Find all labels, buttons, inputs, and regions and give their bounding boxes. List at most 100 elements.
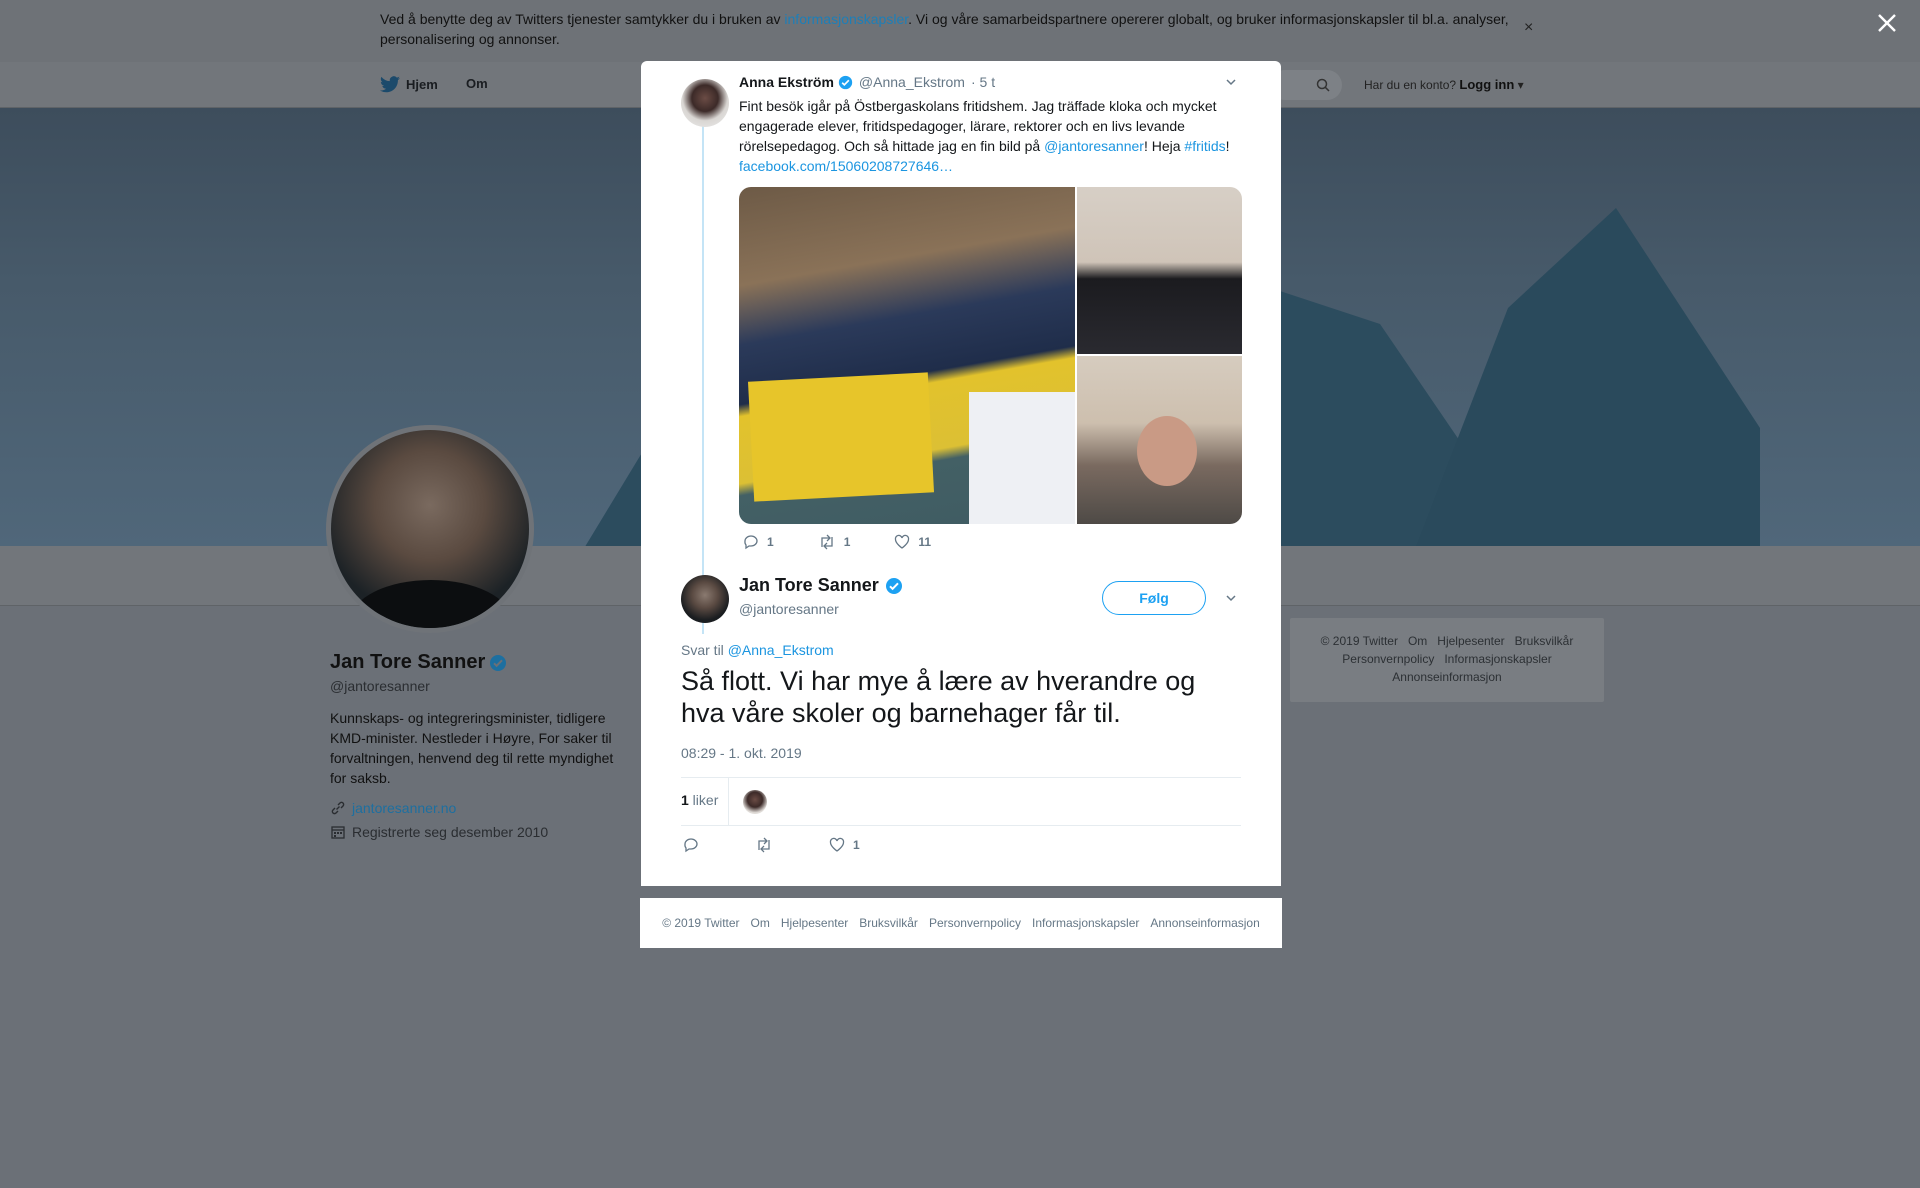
nav-home-label: Hjem	[406, 77, 438, 92]
main-tweet-handle[interactable]: @jantoresanner	[739, 601, 839, 617]
reply-action[interactable]: 1	[743, 534, 774, 550]
profile-avatar[interactable]	[326, 425, 534, 633]
modal-footer: © 2019 Twitter Om Hjelpesenter Bruksvilk…	[640, 898, 1282, 948]
side-footer-copyright: © 2019 Twitter	[1320, 634, 1398, 648]
caret-down-icon: ▾	[1514, 78, 1524, 92]
main-tweet-name[interactable]: Jan Tore Sanner	[739, 575, 903, 596]
likes-count[interactable]: 1 liker	[681, 792, 718, 808]
cookie-consent-bar: Ved å benytte deg av Twitters tjenester …	[0, 0, 1920, 62]
liker-avatar[interactable]	[743, 790, 767, 814]
photo-yellow-paper	[747, 372, 935, 502]
divider	[681, 825, 1241, 826]
footer-about[interactable]: Om	[751, 916, 770, 930]
side-footer-cookies[interactable]: Informasjonskapsler	[1444, 652, 1551, 666]
retweet-icon	[821, 534, 833, 550]
parent-tweet-text-part: !	[1225, 138, 1230, 154]
footer-terms[interactable]: Bruksvilkår	[859, 916, 918, 930]
verified-badge-icon	[885, 577, 902, 594]
side-footer-ads-info[interactable]: Annonseinformasjon	[1392, 670, 1501, 684]
banner-mountain-shape-2	[1400, 208, 1760, 546]
tweet-modal: Anna Ekström @Anna_Ekstrom · 5 t Fint be…	[641, 61, 1281, 886]
thread-connector	[702, 126, 704, 634]
close-icon[interactable]	[1876, 12, 1898, 34]
parent-tweet-text: Fint besök igår på Östbergaskolans friti…	[739, 96, 1249, 176]
like-action[interactable]: 11	[894, 534, 931, 550]
parent-tweet-header: Anna Ekström @Anna_Ekstrom · 5 t	[739, 74, 995, 90]
reply-count: 1	[767, 535, 774, 549]
retweet-action[interactable]: 1	[818, 534, 851, 550]
profile-name-text: Jan Tore Sanner	[330, 651, 486, 673]
nav-about[interactable]: Om	[466, 76, 488, 91]
footer-ads-info[interactable]: Annonseinformasjon	[1150, 916, 1259, 930]
main-tweet-actions: 1	[683, 837, 916, 853]
cookie-close-button[interactable]: ×	[1524, 18, 1533, 38]
twitter-bird-icon	[380, 76, 400, 93]
reply-to-line: Svar til @Anna_Ekstrom	[681, 642, 834, 658]
media-photo-3[interactable]	[1077, 356, 1242, 524]
retweet-action[interactable]	[755, 837, 773, 853]
login-link[interactable]: Logg inn	[1459, 77, 1514, 92]
avatar-shirt	[351, 580, 511, 628]
footer-help[interactable]: Hjelpesenter	[781, 916, 848, 930]
parent-tweet-actions: 1 1 11	[743, 534, 975, 550]
nav-home[interactable]: Hjem	[380, 76, 438, 93]
like-action[interactable]: 1	[829, 837, 860, 853]
heart-icon	[829, 837, 845, 852]
vertical-divider	[728, 778, 729, 826]
avatar-photo	[331, 430, 529, 628]
chevron-down-icon[interactable]	[1224, 75, 1238, 89]
chevron-down-icon[interactable]	[1224, 591, 1238, 605]
verified-badge-icon	[838, 75, 853, 89]
parent-tweet-text-part: ! Heja	[1143, 138, 1185, 154]
follow-button[interactable]: Følg	[1102, 581, 1206, 615]
parent-tweet-name[interactable]: Anna Ekström	[739, 74, 834, 90]
account-area: Har du en konto? Logg inn ▾	[1364, 77, 1524, 92]
main-tweet-avatar[interactable]	[681, 575, 729, 623]
likes-count-label: liker	[688, 792, 719, 808]
hashtag-link[interactable]: #fritids	[1184, 138, 1225, 154]
likes-row: 1 liker	[681, 778, 1241, 826]
main-tweet-timestamp[interactable]: 08:29 - 1. okt. 2019	[681, 745, 802, 761]
verified-badge-icon	[490, 654, 507, 671]
account-prompt: Har du en konto?	[1364, 78, 1457, 92]
reply-to-prefix: Svar til	[681, 642, 728, 658]
search-icon	[1316, 78, 1330, 92]
side-footer-help[interactable]: Hjelpesenter	[1437, 634, 1504, 648]
footer-privacy[interactable]: Personvernpolicy	[929, 916, 1021, 930]
side-footer-terms[interactable]: Bruksvilkår	[1515, 634, 1574, 648]
external-link[interactable]: facebook.com/15060208727646…	[739, 158, 953, 174]
side-footer-privacy[interactable]: Personvernpolicy	[1342, 652, 1434, 666]
mention-link[interactable]: @jantoresanner	[1044, 138, 1144, 154]
cookie-text-before: Ved å benytte deg av Twitters tjenester …	[380, 11, 785, 27]
footer-copyright: © 2019 Twitter	[662, 916, 740, 930]
retweet-count: 1	[843, 535, 851, 549]
heart-icon	[895, 534, 910, 549]
reply-to-link[interactable]: @Anna_Ekstrom	[728, 642, 834, 658]
profile-info: Jan Tore Sanner @jantoresanner Kunnskaps…	[330, 651, 620, 840]
profile-joined-text: Registrerte seg desember 2010	[352, 824, 549, 840]
parent-tweet-handle[interactable]: @Anna_Ekstrom	[859, 74, 965, 90]
like-count: 11	[918, 535, 932, 549]
like-count: 1	[853, 838, 860, 852]
profile-joined: Registrerte seg desember 2010	[330, 824, 620, 840]
parent-tweet-avatar[interactable]	[681, 79, 729, 127]
media-photo-1[interactable]	[739, 187, 1075, 524]
profile-website: jantoresanner.no	[330, 800, 620, 816]
profile-website-link[interactable]: jantoresanner.no	[352, 800, 456, 816]
retweet-icon	[758, 837, 770, 853]
cookie-text: Ved å benytte deg av Twitters tjenester …	[380, 9, 1520, 49]
footer-cookies[interactable]: Informasjonskapsler	[1032, 916, 1139, 930]
cookie-link[interactable]: informasjonskapsler	[784, 11, 908, 27]
media-photo-2[interactable]	[1077, 187, 1242, 354]
parent-tweet-time[interactable]: · 5 t	[971, 74, 995, 90]
profile-name: Jan Tore Sanner	[330, 651, 620, 674]
main-tweet-text: Så flott. Vi har mye å lære av hverandre…	[681, 666, 1196, 728]
link-icon	[331, 801, 345, 815]
calendar-icon	[331, 826, 345, 839]
photo-white-sheet	[969, 392, 1075, 524]
side-footer: © 2019 Twitter Om Hjelpesenter Bruksvilkår …	[1290, 618, 1604, 702]
side-footer-about[interactable]: Om	[1408, 634, 1427, 648]
profile-bio: Kunnskaps- og integreringsminister, tidl…	[330, 710, 614, 786]
tweet-media-grid	[739, 187, 1242, 524]
reply-action[interactable]	[683, 837, 699, 853]
